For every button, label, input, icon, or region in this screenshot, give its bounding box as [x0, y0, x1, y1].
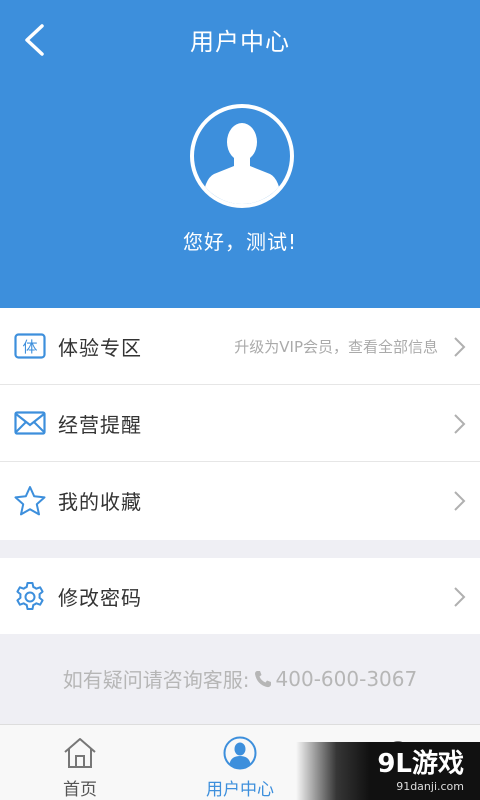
- hotline-number[interactable]: 400-600-3067: [276, 667, 418, 691]
- menu-item-label: 经营提醒: [58, 412, 142, 437]
- tab-label: 首页: [63, 780, 97, 800]
- chevron-right-icon: [454, 414, 466, 434]
- menu-item-label: 修改密码: [58, 586, 142, 610]
- watermark-logo: 9L游戏 91danji.com: [296, 742, 480, 800]
- chevron-right-icon: [454, 337, 466, 357]
- menu-item-change-password[interactable]: 修改密码: [0, 558, 480, 635]
- tab-home[interactable]: 首页: [0, 725, 160, 800]
- watermark-main: 9L游戏: [377, 748, 464, 779]
- chevron-right-icon: [454, 491, 466, 511]
- phone-icon: [254, 670, 271, 687]
- user-center-icon: [222, 735, 258, 771]
- mail-icon: [14, 407, 46, 439]
- page-title: 用户中心: [190, 28, 290, 56]
- greeting-text: 您好，测试!: [182, 230, 298, 254]
- menu-group-main: 体 体验专区 升级为VIP会员，查看全部信息 经营提醒 我的收藏: [0, 308, 480, 540]
- default-avatar-icon: [202, 123, 282, 204]
- menu-item-business-reminder[interactable]: 经营提醒: [0, 385, 480, 462]
- gear-icon: [14, 581, 46, 613]
- menu-item-my-favorites[interactable]: 我的收藏: [0, 462, 480, 539]
- home-icon: [62, 735, 98, 771]
- avatar[interactable]: [190, 104, 294, 208]
- trial-badge-icon: 体: [14, 330, 46, 362]
- watermark-sub: 91danji.com: [396, 779, 464, 793]
- star-icon: [14, 485, 46, 517]
- vip-upgrade-hint: 升级为VIP会员，查看全部信息: [234, 337, 438, 356]
- trial-badge-char: 体: [22, 338, 37, 356]
- hotline-prefix: 如有疑问请咨询客服:: [62, 668, 250, 692]
- chevron-right-icon: [454, 587, 466, 607]
- menu-item-label: 体验专区: [58, 335, 142, 360]
- header: 用户中心 您好，测试!: [0, 0, 480, 308]
- menu-item-label: 我的收藏: [58, 490, 142, 514]
- customer-service-hotline: 如有疑问请咨询客服: 400-600-3067: [0, 664, 480, 693]
- menu-group-settings: 修改密码: [0, 558, 480, 634]
- tab-label: 用户中心: [206, 780, 274, 800]
- menu-item-trial-zone[interactable]: 体 体验专区 升级为VIP会员，查看全部信息: [0, 308, 480, 385]
